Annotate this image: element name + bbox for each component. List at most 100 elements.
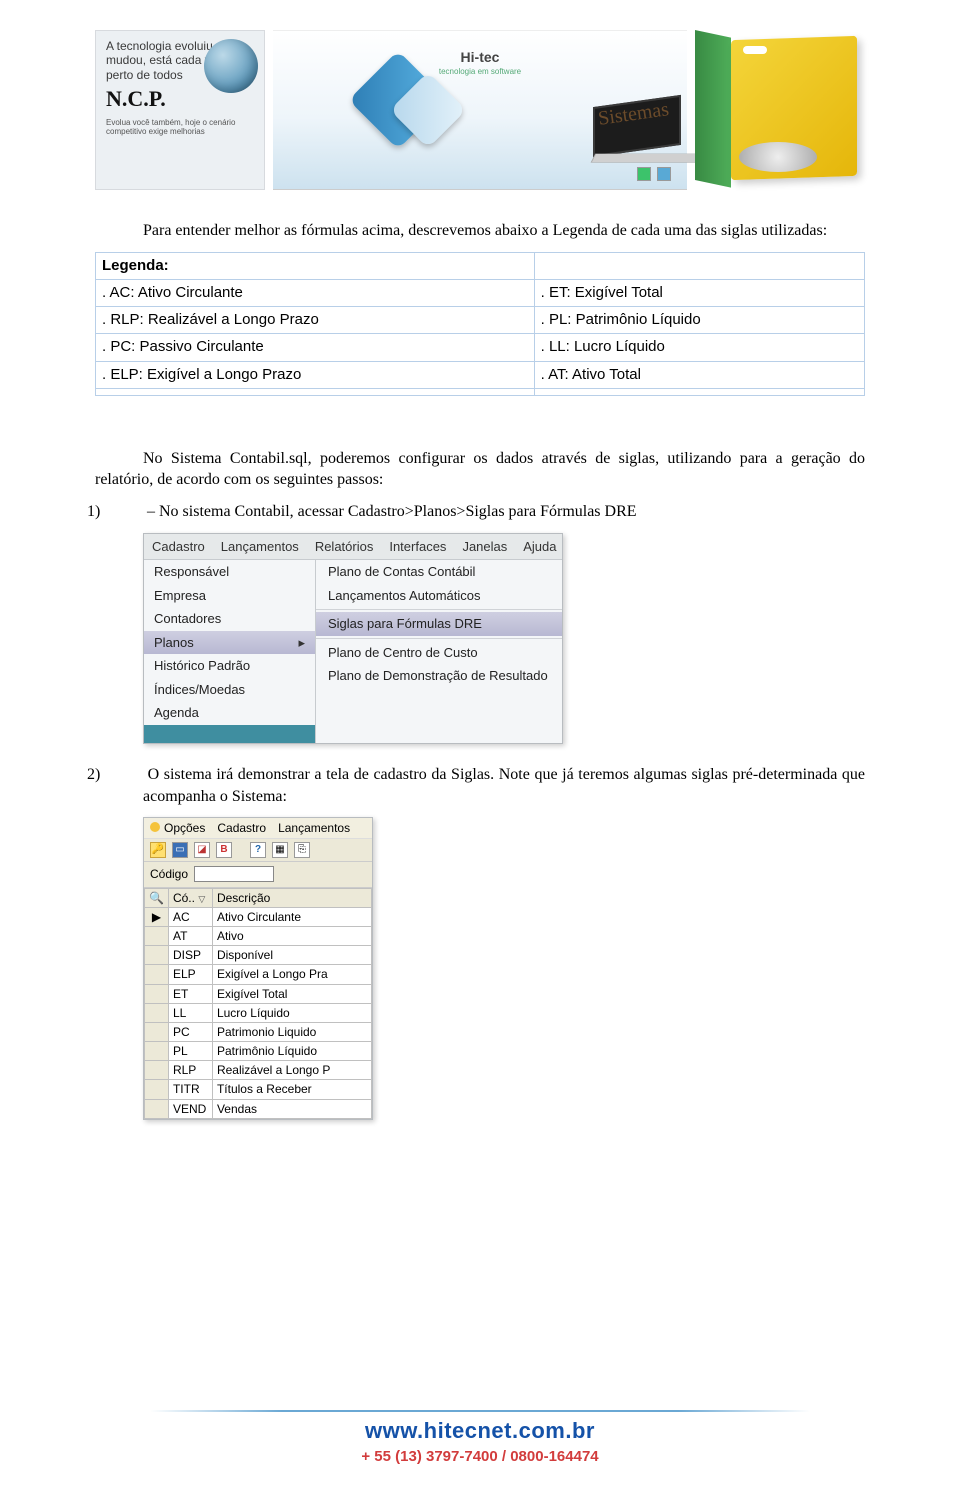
footer-phone: + 55 (13) 3797-7400 / 0800-164474 xyxy=(0,1448,960,1465)
cell-cod[interactable]: LL xyxy=(168,1003,212,1022)
legenda-cell: . RLP: Realizável a Longo Prazo xyxy=(96,307,535,334)
exit-icon[interactable]: ⎘ xyxy=(294,842,310,858)
step-1: 1) – No sistema Contabil, acessar Cadast… xyxy=(143,501,865,523)
calculator-icon[interactable]: ▦ xyxy=(272,842,288,858)
step-text: O sistema irá demonstrar a tela de cadas… xyxy=(143,766,865,805)
table-row: RLPRealizável a Longo P xyxy=(145,1061,372,1080)
chevron-right-icon: ▸ xyxy=(298,634,305,652)
boa-icon[interactable]: B xyxy=(216,842,232,858)
submenu: Plano de Contas Contábil Lançamentos Aut… xyxy=(316,560,562,743)
help-icon[interactable]: ? xyxy=(250,842,266,858)
dropdown-item[interactable]: Índices/Moedas xyxy=(144,678,315,702)
menu-item[interactable]: Interfaces xyxy=(389,538,446,556)
menu-item[interactable]: Janelas xyxy=(462,538,507,556)
submenu-item[interactable]: Plano de Centro de Custo xyxy=(316,641,562,665)
legenda-cell: . PL: Patrimônio Líquido xyxy=(534,307,864,334)
card-icon[interactable]: ▭ xyxy=(172,842,188,858)
dropdown-item-selected[interactable]: Planos▸ xyxy=(144,631,315,655)
legenda-table: Legenda: . AC: Ativo Circulante. ET: Exi… xyxy=(95,252,865,396)
cell-cod[interactable]: VEND xyxy=(168,1099,212,1118)
cell-cod[interactable]: DISP xyxy=(168,946,212,965)
menu-item[interactable]: Cadastro xyxy=(217,820,266,836)
cell-desc[interactable]: Vendas xyxy=(212,1099,371,1118)
sort-desc-icon: ▽ xyxy=(198,894,205,904)
globe-icon xyxy=(204,39,258,93)
search-icon: 🔍 xyxy=(149,891,164,905)
table-row: ATAtivo xyxy=(145,926,372,945)
step-number: 1) xyxy=(115,501,143,523)
menu-item[interactable]: Cadastro xyxy=(152,538,205,556)
cell-cod[interactable]: PC xyxy=(168,1022,212,1041)
menu-item[interactable]: Opções xyxy=(164,821,205,835)
legenda-title: Legenda: xyxy=(96,252,535,279)
app-icon xyxy=(150,822,160,832)
hitec-tag: tecnologia em software xyxy=(439,67,521,76)
cell-cod[interactable]: TITR xyxy=(168,1080,212,1099)
menu-item[interactable]: Relatórios xyxy=(315,538,374,556)
para2: No Sistema Contabil.sql, poderemos confi… xyxy=(95,448,865,491)
divider xyxy=(150,1410,810,1412)
legenda-cell: . PC: Passivo Circulante xyxy=(96,334,535,361)
submenu-item-selected[interactable]: Siglas para Fórmulas DRE xyxy=(316,612,562,636)
square-icon xyxy=(657,167,671,181)
dropdown-item[interactable]: Contadores xyxy=(144,607,315,631)
table-row: PCPatrimonio Liquido xyxy=(145,1022,372,1041)
cell-desc[interactable]: Lucro Líquido xyxy=(212,1003,371,1022)
cell-cod[interactable]: PL xyxy=(168,1042,212,1061)
search-header[interactable]: 🔍 xyxy=(145,888,169,907)
cell-cod[interactable]: AC xyxy=(168,907,212,926)
col-codigo[interactable]: Có.. ▽ xyxy=(168,888,212,907)
footer-url: www.hitecnet.com.br xyxy=(0,1418,960,1444)
intro-paragraph: Para entender melhor as fórmulas acima, … xyxy=(95,220,865,242)
cell-desc[interactable]: Exigível Total xyxy=(212,984,371,1003)
legenda-cell: . LL: Lucro Líquido xyxy=(534,334,864,361)
menubar: Cadastro Lançamentos Relatórios Interfac… xyxy=(144,534,562,561)
submenu-item[interactable]: Plano de Contas Contábil xyxy=(316,560,562,584)
step-2: 2) O sistema irá demonstrar a tela de ca… xyxy=(143,764,865,807)
dropdown-item[interactable]: Empresa xyxy=(144,584,315,608)
banner-center: Hi-tec tecnologia em software Sistemas xyxy=(273,30,687,190)
cell-desc[interactable]: Patrimonio Liquido xyxy=(212,1022,371,1041)
table-row: LLLucro Líquido xyxy=(145,1003,372,1022)
cell-desc[interactable]: Exigível a Longo Pra xyxy=(212,965,371,984)
cell-cod[interactable]: RLP xyxy=(168,1061,212,1080)
menu-item[interactable]: Ajuda xyxy=(523,538,556,556)
cell-desc[interactable]: Ativo xyxy=(212,926,371,945)
dropdown-item[interactable]: Histórico Padrão xyxy=(144,654,315,678)
submenu-item[interactable]: Plano de Demonstração de Resultado xyxy=(316,664,562,688)
dropdown-left: Responsável Empresa Contadores Planos▸ H… xyxy=(144,560,316,743)
window-menubar: Opções Cadastro Lançamentos xyxy=(144,818,372,838)
dropdown-item[interactable]: Responsável xyxy=(144,560,315,584)
legenda-cell: . ELP: Exigível a Longo Prazo xyxy=(96,361,535,388)
page-footer: www.hitecnet.com.br + 55 (13) 3797-7400 … xyxy=(0,1410,960,1465)
table-row: DISPDisponível xyxy=(145,946,372,965)
key-icon[interactable]: 🔑 xyxy=(150,842,166,858)
cell-desc[interactable]: Títulos a Receber xyxy=(212,1080,371,1099)
dropdown-item[interactable]: Agenda xyxy=(144,701,315,725)
square-icon xyxy=(637,167,651,181)
table-row: PLPatrimônio Líquido xyxy=(145,1042,372,1061)
siglas-table: 🔍 Có.. ▽ Descrição ▶ACAtivo Circulante A… xyxy=(144,888,372,1119)
cell-desc[interactable]: Patrimônio Líquido xyxy=(212,1042,371,1061)
table-row: ETExigível Total xyxy=(145,984,372,1003)
cell-cod[interactable]: ELP xyxy=(168,965,212,984)
menu-item[interactable]: Lançamentos xyxy=(278,820,350,836)
submenu-item[interactable]: Lançamentos Automáticos xyxy=(316,584,562,608)
cell-desc[interactable]: Disponível xyxy=(212,946,371,965)
step-number: 2) xyxy=(115,764,143,786)
codigo-label: Código xyxy=(150,866,188,882)
legenda-cell: . ET: Exigível Total xyxy=(534,279,864,306)
cell-cod[interactable]: AT xyxy=(168,926,212,945)
col-descricao[interactable]: Descrição xyxy=(212,888,371,907)
siglas-window: Opções Cadastro Lançamentos 🔑 ▭ ◪ B ? ▦ … xyxy=(143,817,373,1120)
codigo-input[interactable] xyxy=(194,866,274,882)
cell-desc[interactable]: Ativo Circulante xyxy=(212,907,371,926)
cell-cod[interactable]: ET xyxy=(168,984,212,1003)
flag-icon[interactable]: ◪ xyxy=(194,842,210,858)
ncp-card: A tecnologia evoluiu e mudou, está cada … xyxy=(95,30,265,190)
menu-item[interactable]: Lançamentos xyxy=(221,538,299,556)
header-banner: A tecnologia evoluiu e mudou, está cada … xyxy=(95,30,865,190)
cell-desc[interactable]: Realizável a Longo P xyxy=(212,1061,371,1080)
row-marker[interactable]: ▶ xyxy=(145,907,169,926)
hitec-brand: Hi-tec xyxy=(461,49,500,65)
